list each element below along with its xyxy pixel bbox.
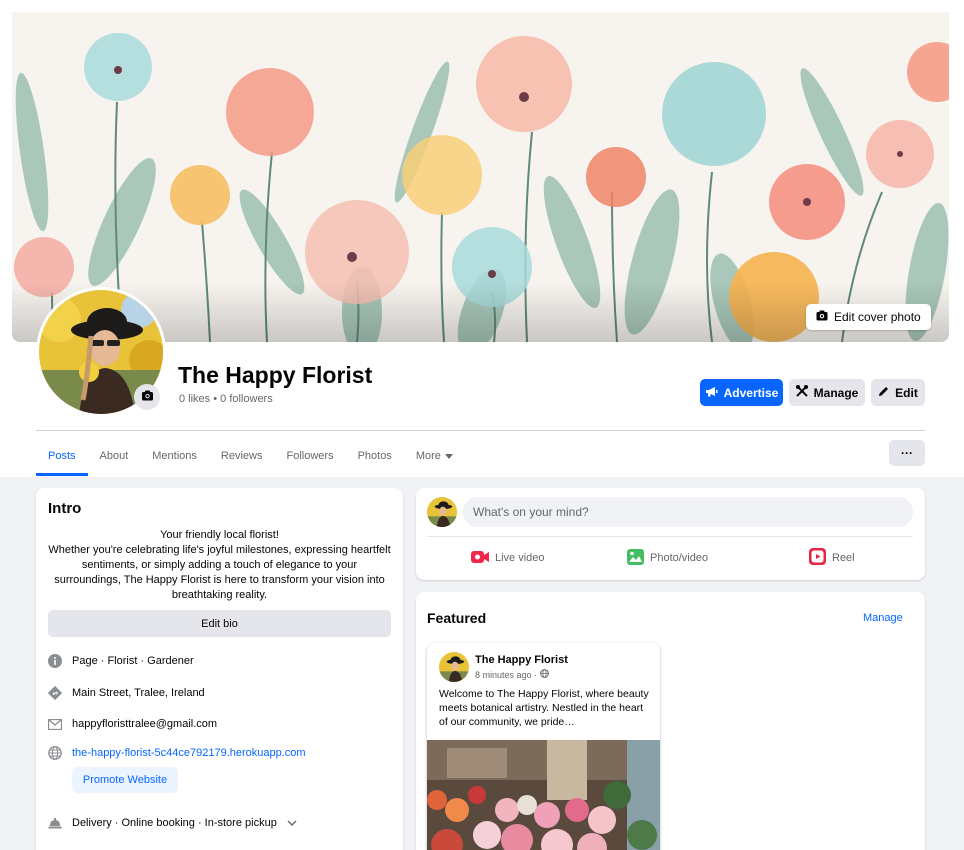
live-video-label: Live video <box>495 552 545 564</box>
tab-label: Photos <box>357 450 392 462</box>
featured-post[interactable]: The Happy Florist 8 minutes ago · Welcom… <box>427 643 660 850</box>
tab-label: Followers <box>286 450 334 462</box>
tab-label: Mentions <box>152 450 197 462</box>
tab-mentions[interactable]: Mentions <box>140 436 209 476</box>
edit-cover-photo-button[interactable]: Edit cover photo <box>806 304 931 330</box>
address-text: Main Street, Tralee, Ireland <box>72 687 205 699</box>
photo-video-label: Photo/video <box>650 552 709 564</box>
page-tabs: Posts About Mentions Reviews Followers P… <box>36 436 465 476</box>
featured-title: Featured <box>427 610 487 626</box>
promote-website-button[interactable]: Promote Website <box>72 767 178 793</box>
intro-card: Intro Your friendly local florist! Wheth… <box>36 488 403 850</box>
advertise-button[interactable]: Advertise <box>700 379 783 406</box>
email-text[interactable]: happyfloristtralee@gmail.com <box>72 718 217 730</box>
cover-photo <box>12 12 949 342</box>
post-author[interactable]: The Happy Florist <box>475 654 568 666</box>
website-row: the-happy-florist-5c44ce792179.herokuapp… <box>48 746 306 760</box>
tools-icon <box>795 385 808 400</box>
camera-icon <box>816 310 828 324</box>
reel-label: Reel <box>832 552 855 564</box>
post-text: Welcome to The Happy Florist, where beau… <box>439 688 649 728</box>
live-video-button[interactable]: Live video <box>471 548 545 568</box>
tab-about[interactable]: About <box>88 436 141 476</box>
chevron-down-icon[interactable] <box>287 817 297 829</box>
post-image[interactable] <box>427 740 660 850</box>
post-composer: What's on your mind? Live video Photo/vi… <box>416 488 925 580</box>
info-icon <box>48 654 62 668</box>
website-link[interactable]: the-happy-florist-5c44ce792179.herokuapp… <box>72 747 306 759</box>
caret-down-icon <box>444 450 453 462</box>
page-stats[interactable]: 0 likes • 0 followers <box>179 393 273 405</box>
megaphone-icon <box>705 386 718 400</box>
edit-label: Edit <box>895 385 918 400</box>
advertise-label: Advertise <box>723 385 779 400</box>
edit-bio-button[interactable]: Edit bio <box>48 610 391 637</box>
intro-bio: Your friendly local florist! Whether you… <box>48 529 391 601</box>
services-text: Delivery · Online booking · In-store pic… <box>72 817 277 829</box>
more-options-button[interactable]: ··· <box>889 440 925 466</box>
email-row: happyfloristtralee@gmail.com <box>48 717 217 731</box>
tab-label: Posts <box>48 450 76 462</box>
camera-icon <box>141 388 154 406</box>
photo-video-button[interactable]: Photo/video <box>627 548 708 568</box>
tab-reviews[interactable]: Reviews <box>209 436 275 476</box>
manage-button[interactable]: Manage <box>789 379 865 406</box>
tab-label: Reviews <box>220 450 263 462</box>
whats-on-your-mind-input[interactable]: What's on your mind? <box>463 497 913 527</box>
service-bell-icon <box>48 816 62 830</box>
composer-divider <box>427 536 913 537</box>
edit-cover-photo-label: Edit cover photo <box>834 310 921 324</box>
reel-icon <box>809 548 826 568</box>
globe-icon <box>540 669 549 680</box>
tab-label: About <box>99 450 129 462</box>
ellipsis-icon: ··· <box>901 446 913 460</box>
directions-icon <box>48 686 62 700</box>
manage-label: Manage <box>813 385 859 400</box>
post-time-text: 8 minutes ago · <box>475 669 538 680</box>
tab-followers[interactable]: Followers <box>274 436 345 476</box>
intro-title: Intro <box>48 500 82 517</box>
photo-icon <box>627 548 644 568</box>
envelope-icon <box>48 717 62 731</box>
globe-icon <box>48 746 62 760</box>
category-row: Page · Florist · Gardener <box>48 654 194 668</box>
live-video-icon <box>471 550 489 567</box>
pencil-icon <box>878 386 889 400</box>
featured-manage-link[interactable]: Manage <box>863 612 903 624</box>
edit-button[interactable]: Edit <box>871 379 925 406</box>
page-title: The Happy Florist <box>178 362 373 388</box>
featured-section: Featured Manage The Happy Florist 8 minu… <box>416 592 925 850</box>
tab-photos[interactable]: Photos <box>346 436 404 476</box>
category-text: Page · Florist · Gardener <box>72 655 194 667</box>
update-profile-picture-button[interactable] <box>134 384 160 410</box>
reel-button[interactable]: Reel <box>809 548 855 568</box>
avatar[interactable] <box>427 497 457 527</box>
tab-label: More <box>415 450 441 462</box>
tab-posts[interactable]: Posts <box>36 436 88 476</box>
services-row: Delivery · Online booking · In-store pic… <box>48 816 297 830</box>
address-row: Main Street, Tralee, Ireland <box>48 686 205 700</box>
post-timestamp[interactable]: 8 minutes ago · <box>475 669 549 680</box>
avatar[interactable] <box>439 652 469 682</box>
tab-more[interactable]: More <box>404 436 465 476</box>
header-divider <box>36 430 925 431</box>
